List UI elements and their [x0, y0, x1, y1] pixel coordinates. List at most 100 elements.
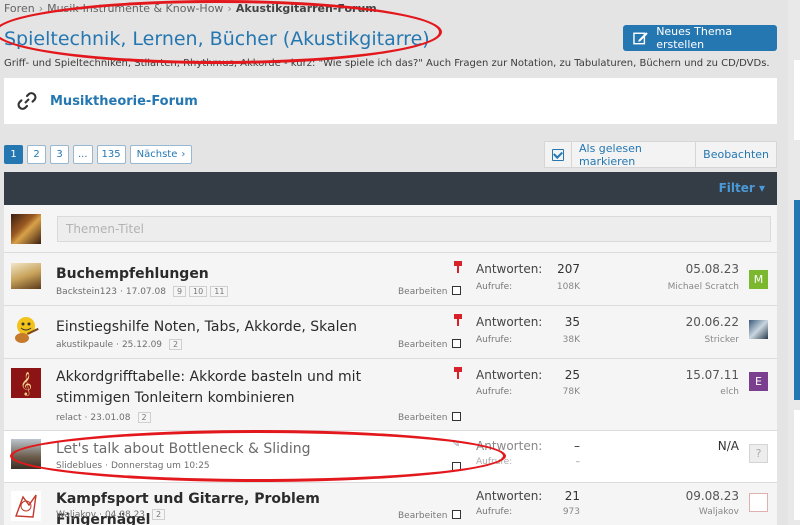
pin-icon	[454, 314, 462, 326]
user-avatar	[11, 214, 41, 244]
chevron-right-icon: ›	[181, 149, 186, 160]
last-post-user[interactable]: Michael Scratch	[668, 282, 739, 292]
thread-title[interactable]: Akkordgrifftabelle: Akkorde basteln und …	[56, 367, 416, 409]
views-label: Aufrufe:	[476, 335, 513, 345]
forum-actions: Als gelesen markieren Beobachten	[544, 141, 777, 168]
thread-page-link[interactable]: 11	[210, 286, 229, 297]
last-post-date[interactable]: 09.08.23	[686, 489, 739, 503]
breadcrumb-item-current[interactable]: Akustikgitarren-Forum	[236, 2, 377, 15]
edit-link[interactable]: Bearbeiten	[398, 511, 447, 521]
thread-row[interactable]: Let's talk about Bottleneck & Sliding Sl…	[4, 431, 777, 483]
new-thread-row: Themen-Titel	[4, 205, 777, 253]
thread-row[interactable]: Einstiegshilfe Noten, Tabs, Akkorde, Ska…	[4, 306, 777, 359]
replies-count: 21	[564, 489, 580, 503]
thread-title[interactable]: Let's talk about Bottleneck & Sliding	[56, 439, 416, 460]
last-user-avatar[interactable]	[749, 320, 768, 339]
thread-title-input[interactable]: Themen-Titel	[57, 216, 771, 242]
views-label: Aufrufe:	[476, 282, 513, 292]
new-thread-label: Neues Thema erstellen	[656, 25, 733, 51]
page-2[interactable]: 2	[27, 145, 46, 164]
last-post-date[interactable]: 15.07.11	[686, 368, 739, 382]
breadcrumb-separator: ›	[227, 2, 232, 15]
thread-row[interactable]: Buchempfehlungen Backstein123 · 17.07.08 9…	[4, 253, 777, 306]
last-post-date[interactable]: 20.06.22	[686, 315, 739, 329]
last-user-avatar[interactable]: M	[749, 270, 768, 289]
views-label: Aufrufe:	[476, 507, 513, 517]
views-count: 78K	[562, 387, 580, 397]
thread-meta: Waljakov · 04.08.23 2	[56, 509, 166, 520]
link-forum-musiktheorie[interactable]: Musiktheorie-Forum	[4, 78, 777, 124]
thread-title[interactable]: Buchempfehlungen	[56, 264, 416, 285]
thread-author[interactable]: relact	[56, 413, 82, 423]
link-forum-label: Musiktheorie-Forum	[50, 93, 198, 109]
page-ellipsis[interactable]: ...	[73, 145, 93, 164]
last-user-avatar[interactable]	[749, 493, 768, 512]
thread-page-link[interactable]: 9	[172, 286, 187, 297]
thread-list: Themen-Titel Buchempfehlungen Backstein1…	[4, 205, 777, 525]
last-post-user[interactable]: Waljakov	[699, 507, 739, 517]
views-count: 38K	[562, 335, 580, 345]
views-count: 973	[562, 507, 580, 517]
page-3[interactable]: 3	[50, 145, 69, 164]
thread-row[interactable]: Kampfsport und Gitarre, Problem Fingernä…	[4, 483, 777, 525]
breadcrumb-item-musik[interactable]: Musik-Instrumente & Know-How	[47, 2, 223, 15]
breadcrumb-item-foren[interactable]: Foren	[4, 2, 35, 15]
views-label: Aufrufe:	[476, 387, 513, 397]
next-page-button[interactable]: Nächste ›	[129, 145, 193, 164]
last-post-user[interactable]: elch	[720, 387, 739, 397]
avatar: 𝄞	[11, 368, 41, 398]
replies-label: Antworten:	[476, 439, 543, 453]
new-post-icon: ✎	[452, 439, 461, 450]
thread-page-link[interactable]: 2	[152, 509, 166, 520]
thread-author[interactable]: Waljakov	[56, 510, 96, 520]
edit-link[interactable]: Bearbeiten	[398, 413, 447, 423]
thread-date: 17.07.08	[125, 286, 166, 297]
breadcrumb-separator: ›	[38, 2, 44, 15]
next-page-label: Nächste	[136, 149, 178, 160]
replies-count: 35	[564, 315, 580, 329]
select-checkbox[interactable]	[452, 462, 461, 471]
thread-date: 04.08.23	[104, 509, 146, 520]
avatar	[11, 491, 41, 521]
replies-label: Antworten:	[476, 368, 543, 382]
edit-link[interactable]: Bearbeiten	[398, 287, 447, 297]
last-post-date[interactable]: 05.08.23	[686, 262, 739, 276]
avatar	[11, 439, 41, 469]
thread-page-link[interactable]: 2	[169, 339, 183, 350]
filter-bar: Filter ▾	[4, 172, 777, 205]
replies-count: –	[574, 439, 580, 453]
forum-description: Griff- und Spieltechniken, Stilarten, Rh…	[4, 58, 770, 69]
thread-row[interactable]: 𝄞 Akkordgrifftabelle: Akkorde basteln un…	[4, 359, 777, 431]
filter-button[interactable]: Filter ▾	[719, 181, 765, 195]
select-checkbox[interactable]	[452, 339, 461, 348]
thread-page-link[interactable]: 10	[189, 286, 208, 297]
thread-author[interactable]: Backstein123	[56, 287, 117, 297]
thread-page-link[interactable]: 2	[137, 412, 151, 423]
thread-meta: Slideblues · Donnerstag um 10:25	[56, 461, 210, 471]
pin-icon	[454, 367, 462, 379]
last-user-avatar: ?	[749, 444, 768, 463]
replies-label: Antworten:	[476, 489, 543, 503]
thread-date: 23.01.08	[90, 412, 131, 423]
thread-title[interactable]: Einstiegshilfe Noten, Tabs, Akkorde, Ska…	[56, 317, 416, 338]
select-checkbox[interactable]	[452, 286, 461, 295]
select-checkbox[interactable]	[452, 510, 461, 519]
page-135[interactable]: 135	[96, 145, 126, 164]
new-thread-button[interactable]: Neues Thema erstellen	[623, 25, 777, 51]
watch-button[interactable]: Beobachten	[696, 142, 776, 167]
mark-read-button[interactable]: Als gelesen markieren	[572, 142, 697, 168]
select-threads-button[interactable]	[545, 142, 572, 167]
avatar	[11, 315, 41, 345]
thread-author[interactable]: akustikpaule	[56, 340, 113, 350]
caret-down-icon: ▾	[758, 181, 765, 195]
edit-link[interactable]: Bearbeiten	[398, 340, 447, 350]
breadcrumb: Foren › Musik-Instrumente & Know-How › Akust…	[4, 2, 377, 15]
page-1[interactable]: 1	[4, 145, 23, 164]
select-checkbox[interactable]	[452, 412, 461, 421]
last-post-user[interactable]: Stricker	[704, 335, 739, 345]
pin-icon	[454, 261, 462, 273]
views-count: 108K	[556, 282, 580, 292]
last-user-avatar[interactable]: E	[749, 372, 768, 391]
replies-count: 25	[564, 368, 580, 382]
thread-author[interactable]: Slideblues	[56, 461, 102, 471]
